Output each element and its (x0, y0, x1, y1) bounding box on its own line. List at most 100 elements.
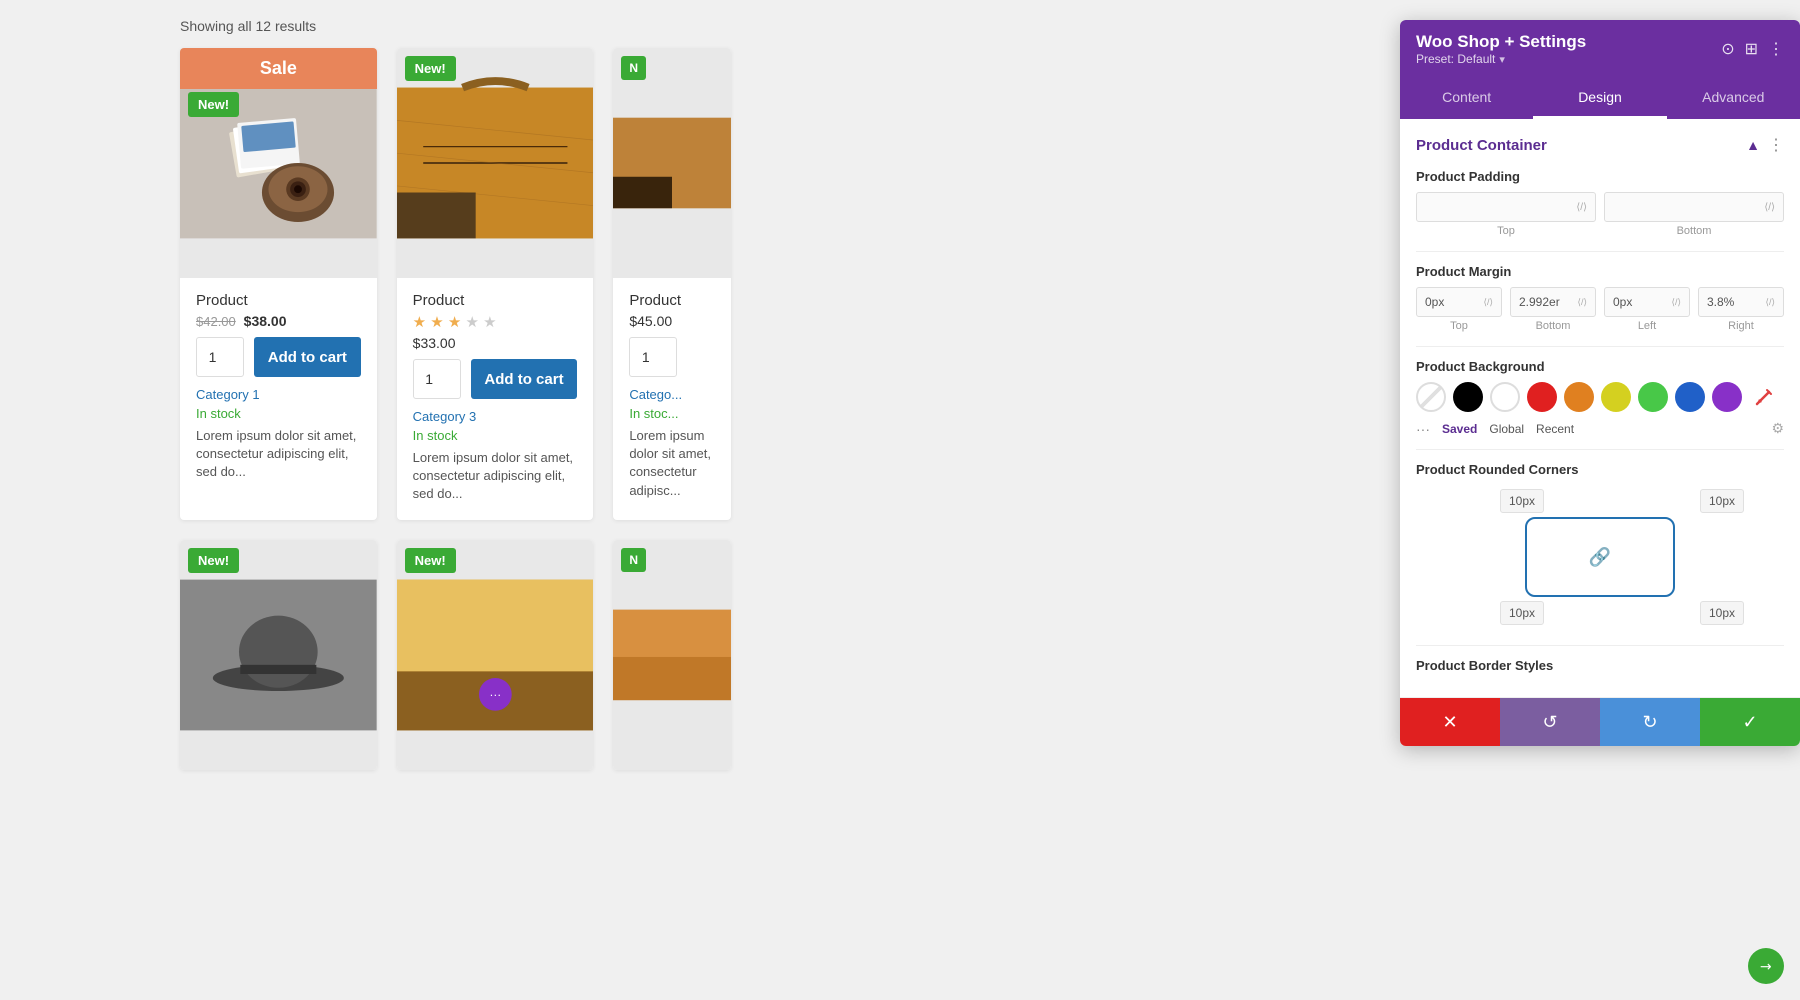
swatch-blue[interactable] (1675, 382, 1705, 412)
section-actions: ▲ ⋮ (1746, 135, 1784, 155)
panel-body: Product Container ▲ ⋮ Product Padding ⟨/… (1400, 119, 1800, 697)
padding-bottom-input[interactable]: ⟨/⟩ (1604, 192, 1784, 222)
sale-banner-1: Sale (180, 48, 377, 89)
product-desc-3b: adipisc... (629, 482, 715, 500)
shop-area: Showing all 12 results Sale New! (0, 0, 990, 1000)
product-image-svg-4 (180, 540, 377, 770)
product-price-1: $42.00 $38.00 (196, 313, 361, 329)
product-card-2: New! (397, 48, 594, 520)
swatch-white[interactable] (1490, 382, 1520, 412)
qty-input-2[interactable] (413, 359, 461, 399)
add-to-cart-btn-2[interactable]: Add to cart (471, 359, 578, 399)
showing-results-text: Showing all 12 results (180, 0, 810, 48)
star-4: ★ (466, 314, 479, 331)
layout-icon[interactable]: ⊞ (1745, 39, 1758, 59)
margin-bottom-label: Bottom (1536, 320, 1571, 332)
background-label: Product Background (1416, 359, 1784, 374)
swatch-yellow[interactable] (1601, 382, 1631, 412)
preset-label: Preset: Default (1416, 52, 1495, 66)
margin-right-input[interactable]: 3.8% ⟨/⟩ (1698, 287, 1784, 317)
product-info-2: Product ★ ★ ★ ★ ★ $33.00 Add to cart Cat… (397, 278, 594, 520)
swatch-transparent[interactable] (1416, 382, 1446, 412)
corner-bottom-left-val[interactable]: 10px (1500, 601, 1544, 625)
divider-3 (1416, 449, 1784, 450)
qty-input-3[interactable] (629, 337, 677, 377)
panel-footer: ✕ ↺ ↻ ✓ (1400, 697, 1800, 746)
bottom-icon-symbol: ↗ (1756, 956, 1776, 976)
corners-label: Product Rounded Corners (1416, 462, 1784, 477)
tab-design[interactable]: Design (1533, 78, 1666, 119)
product-image-4: New! (180, 540, 377, 770)
star-3: ★ (448, 314, 461, 331)
category-link-1[interactable]: Category 1 (196, 387, 361, 402)
category-link-2[interactable]: Category 3 (413, 409, 578, 424)
product-name-3: Product (629, 292, 715, 309)
margin-left-group: 0px ⟨/⟩ Left (1604, 287, 1690, 332)
margin-top-code: ⟨/⟩ (1483, 297, 1493, 308)
corners-link-icon[interactable]: 🔗 (1589, 547, 1611, 568)
swatch-settings-icon[interactable]: ⚙ (1771, 420, 1784, 437)
corner-bottom-right-val[interactable]: 10px (1700, 601, 1744, 625)
bottom-right-icon[interactable]: ↗ (1748, 948, 1784, 984)
product-image-5: New! ··· (397, 540, 594, 770)
tab-content[interactable]: Content (1400, 78, 1533, 119)
price-3: $45.00 (629, 313, 672, 329)
swatch-pencil-icon[interactable] (1749, 382, 1779, 412)
product-image-svg-3 (613, 48, 731, 278)
swatch-black[interactable] (1453, 382, 1483, 412)
product-image-2: New! (397, 48, 594, 278)
swatch-tab-saved[interactable]: Saved (1442, 422, 1477, 436)
swatch-tab-global[interactable]: Global (1489, 422, 1524, 436)
star-5: ★ (483, 314, 496, 331)
add-to-cart-btn-1[interactable]: Add to cart (254, 337, 361, 377)
cart-row-2: Add to cart (413, 359, 578, 399)
new-badge-4: New! (188, 548, 239, 573)
preset-dropdown-icon[interactable]: ▾ (1499, 53, 1505, 66)
product-desc-3: Lorem ipsum dolor sit amet, consectetur (629, 427, 715, 482)
swatch-purple[interactable] (1712, 382, 1742, 412)
padding-top-input[interactable]: ⟨/⟩ (1416, 192, 1596, 222)
save-button[interactable]: ✓ (1700, 698, 1800, 746)
margin-top-input[interactable]: 0px ⟨/⟩ (1416, 287, 1502, 317)
redo-button[interactable]: ↻ (1600, 698, 1700, 746)
margin-bottom-group: 2.992er ⟨/⟩ Bottom (1510, 287, 1596, 332)
category-link-3[interactable]: Catego... (629, 387, 715, 402)
more-icon[interactable]: ⋮ (1768, 39, 1784, 59)
corners-bottom-row: 10px 10px (1416, 597, 1784, 629)
product-image-svg-6 (613, 540, 731, 770)
swatch-red[interactable] (1527, 382, 1557, 412)
stars-2: ★ ★ ★ ★ ★ (413, 313, 578, 331)
corners-top-row: 10px 10px (1416, 485, 1784, 517)
swatch-tab-recent[interactable]: Recent (1536, 422, 1574, 436)
panel-title-section: Woo Shop + Settings Preset: Default ▾ (1416, 32, 1586, 66)
undo-button[interactable]: ↺ (1500, 698, 1600, 746)
section-menu-icon[interactable]: ⋮ (1768, 135, 1784, 155)
divider-2 (1416, 346, 1784, 347)
cart-row-1: Add to cart (196, 337, 361, 377)
panel-header: Woo Shop + Settings Preset: Default ▾ ⊙ … (1400, 20, 1800, 78)
swatch-orange[interactable] (1564, 382, 1594, 412)
collapse-icon[interactable]: ▲ (1746, 137, 1760, 153)
swatch-dots-btn[interactable]: ··· (1416, 421, 1430, 437)
padding-bottom-group: ⟨/⟩ Bottom (1604, 192, 1784, 237)
focus-icon[interactable]: ⊙ (1721, 39, 1734, 59)
margin-left-input[interactable]: 0px ⟨/⟩ (1604, 287, 1690, 317)
cart-row-3 (629, 337, 715, 377)
product-image-3: N (613, 48, 731, 278)
panel-title: Woo Shop + Settings (1416, 32, 1586, 52)
tab-advanced[interactable]: Advanced (1667, 78, 1800, 119)
star-1: ★ (413, 314, 426, 331)
swatch-green[interactable] (1638, 382, 1668, 412)
product-card-4: New! (180, 540, 377, 770)
padding-top-code: ⟨/⟩ (1576, 202, 1587, 213)
qty-input-1[interactable] (196, 337, 244, 377)
in-stock-1: In stock (196, 406, 361, 421)
corner-top-right-val[interactable]: 10px (1700, 489, 1744, 513)
in-stock-3: In stoc... (629, 406, 715, 421)
corner-top-left-val[interactable]: 10px (1500, 489, 1544, 513)
cancel-button[interactable]: ✕ (1400, 698, 1500, 746)
product-name-2: Product (413, 292, 578, 309)
margin-bottom-input[interactable]: 2.992er ⟨/⟩ (1510, 287, 1596, 317)
product-info-3: Product $45.00 Catego... In stoc... Lore… (613, 278, 731, 516)
margin-top-group: 0px ⟨/⟩ Top (1416, 287, 1502, 332)
